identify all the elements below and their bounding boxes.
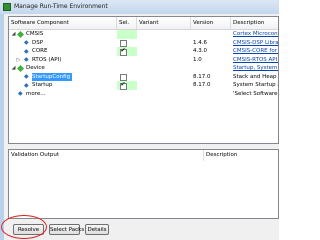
blue-diamond-icon: ◆ xyxy=(24,73,29,80)
description-cell: Stack and Heap configuration xyxy=(233,73,278,80)
table-row[interactable]: ◆Startup 8.17.0 System Startup and System xyxy=(9,81,278,90)
version-cell xyxy=(193,64,229,73)
version-cell: 1.0 xyxy=(193,56,202,63)
component-name[interactable]: CMSIS xyxy=(26,30,115,39)
validation-panel: Validation Output Description xyxy=(8,149,279,219)
sel-checkbox[interactable] xyxy=(120,81,127,90)
blue-diamond-icon: ◆ xyxy=(24,81,29,89)
collapse-icon[interactable]: ◢ xyxy=(11,32,16,37)
sel-checkbox[interactable] xyxy=(120,47,127,56)
description-cell: 'Select Software Packs' ... xyxy=(233,90,278,97)
title-bar[interactable]: Manage Run-Time Environment xyxy=(0,0,279,14)
version-cell: 1.4.6 xyxy=(193,39,207,46)
col-header-sel[interactable]: Sel. xyxy=(117,17,137,29)
col-header-version[interactable]: Version xyxy=(191,17,231,29)
component-name[interactable]: DSP xyxy=(32,39,115,48)
green-gem-icon xyxy=(16,30,25,38)
version-cell: 4.3.0 xyxy=(193,48,207,54)
blue-diamond-icon: ◆ xyxy=(18,90,23,97)
blue-diamond-icon: ◆ xyxy=(24,39,29,46)
col-header-description[interactable]: Description xyxy=(231,17,278,29)
details-button[interactable]: Details xyxy=(85,224,109,235)
col-header-variant[interactable]: Variant xyxy=(137,17,191,29)
table-row[interactable]: ▷◆RTOS (API) 1.0 CMSIS-RTOS API for Cortex xyxy=(9,56,278,65)
table-row[interactable]: ◆DSP 1.4.6 CMSIS-DSP Library for Cor xyxy=(9,39,278,48)
green-gem-icon xyxy=(16,64,25,72)
sel-checkbox[interactable] xyxy=(120,74,127,81)
sel-cell-highlight xyxy=(117,30,137,39)
component-name[interactable]: Startup xyxy=(32,81,115,90)
validation-output-header[interactable]: Validation Output xyxy=(9,150,204,161)
component-name[interactable]: RTOS (API) xyxy=(32,56,115,65)
description-link[interactable]: Cortex Microcontroller Softwa xyxy=(233,30,278,39)
collapse-icon[interactable]: ◢ xyxy=(11,66,16,71)
col-header-component[interactable]: Software Component xyxy=(9,17,117,29)
version-cell: 8.17.0 xyxy=(193,73,211,80)
version-cell xyxy=(193,90,229,99)
component-name[interactable]: Device xyxy=(26,64,115,73)
description-link[interactable]: Startup, System Setup xyxy=(233,64,278,73)
resolve-button[interactable]: Resolve xyxy=(13,224,44,235)
blue-diamond-icon: ◆ xyxy=(24,47,29,55)
app-icon xyxy=(3,3,11,11)
description-link[interactable]: CMSIS-DSP Library for Cor xyxy=(233,39,278,48)
app-window: Manage Run-Time Environment Software Com… xyxy=(0,0,279,240)
table-row[interactable]: ◆StartupConfig 8.17.0 Stack and Heap confi… xyxy=(9,72,278,81)
grid-header: Software Component Sel. Variant Version … xyxy=(9,17,278,30)
validation-header: Validation Output Description xyxy=(9,150,278,161)
version-cell: 8.17.0 xyxy=(193,82,211,88)
table-row[interactable]: ◢ CMSIS Cortex Microcontroller Softwa xyxy=(9,30,278,39)
description-link[interactable]: CMSIS-CORE for Cortex-M xyxy=(233,47,278,56)
description-cell: System Startup and System xyxy=(233,82,278,88)
table-row[interactable]: ◆more... 'Select Software Packs' ... xyxy=(9,90,278,99)
expand-icon[interactable]: ▷ xyxy=(16,57,21,63)
description-link[interactable]: CMSIS-RTOS API for Cortex xyxy=(233,56,278,65)
component-name[interactable]: StartupConfig xyxy=(32,72,73,81)
table-row[interactable]: ◢ Device Startup, System Setup xyxy=(9,64,278,73)
validation-description-header[interactable]: Description xyxy=(204,150,280,161)
version-cell xyxy=(193,30,229,39)
component-grid: Software Component Sel. Variant Version … xyxy=(8,16,279,144)
table-row[interactable]: ◆CORE 4.3.0 CMSIS-CORE for Cortex-M xyxy=(9,47,278,56)
component-name[interactable]: CORE xyxy=(32,47,115,56)
blue-diamond-icon: ◆ xyxy=(24,56,29,63)
component-name[interactable]: more... xyxy=(26,90,115,99)
select-packs-button[interactable]: Select Packs xyxy=(49,224,84,235)
window-title: Manage Run-Time Environment xyxy=(14,3,108,10)
sel-checkbox[interactable] xyxy=(120,40,127,47)
